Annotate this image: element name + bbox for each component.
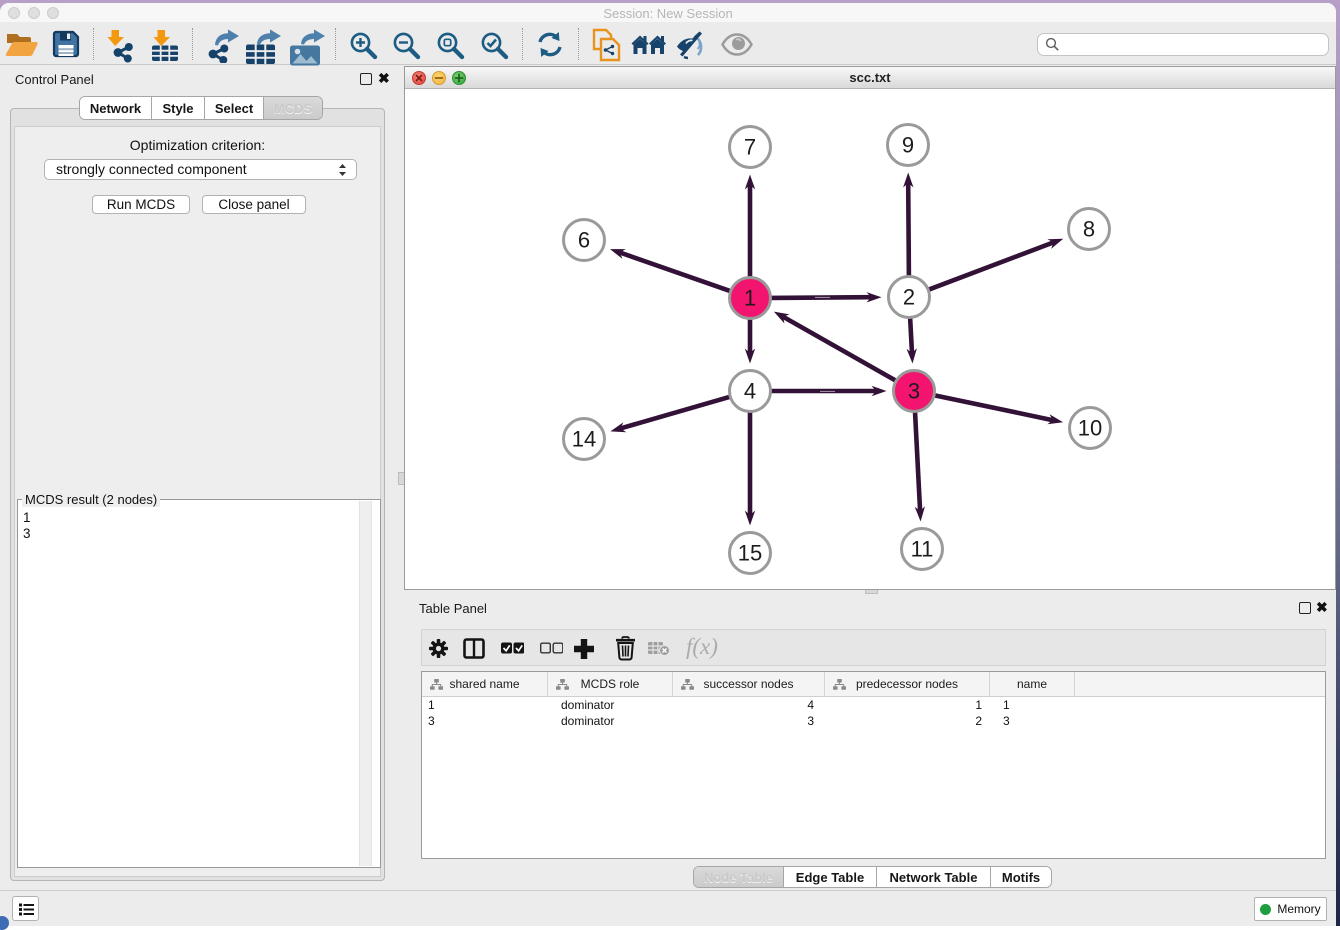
svg-text:11: 11 [911,537,934,562]
svg-text:2: 2 [903,285,915,310]
svg-text:6: 6 [578,228,590,253]
svg-text:9: 9 [902,133,914,158]
svg-text:1: 1 [744,286,756,311]
svg-text:7: 7 [744,135,756,160]
svg-text:8: 8 [1083,217,1095,242]
svg-text:10: 10 [1078,416,1102,441]
svg-text:4: 4 [744,379,756,404]
svg-text:3: 3 [908,379,920,404]
svg-text:14: 14 [572,427,596,452]
svg-text:15: 15 [738,541,762,566]
